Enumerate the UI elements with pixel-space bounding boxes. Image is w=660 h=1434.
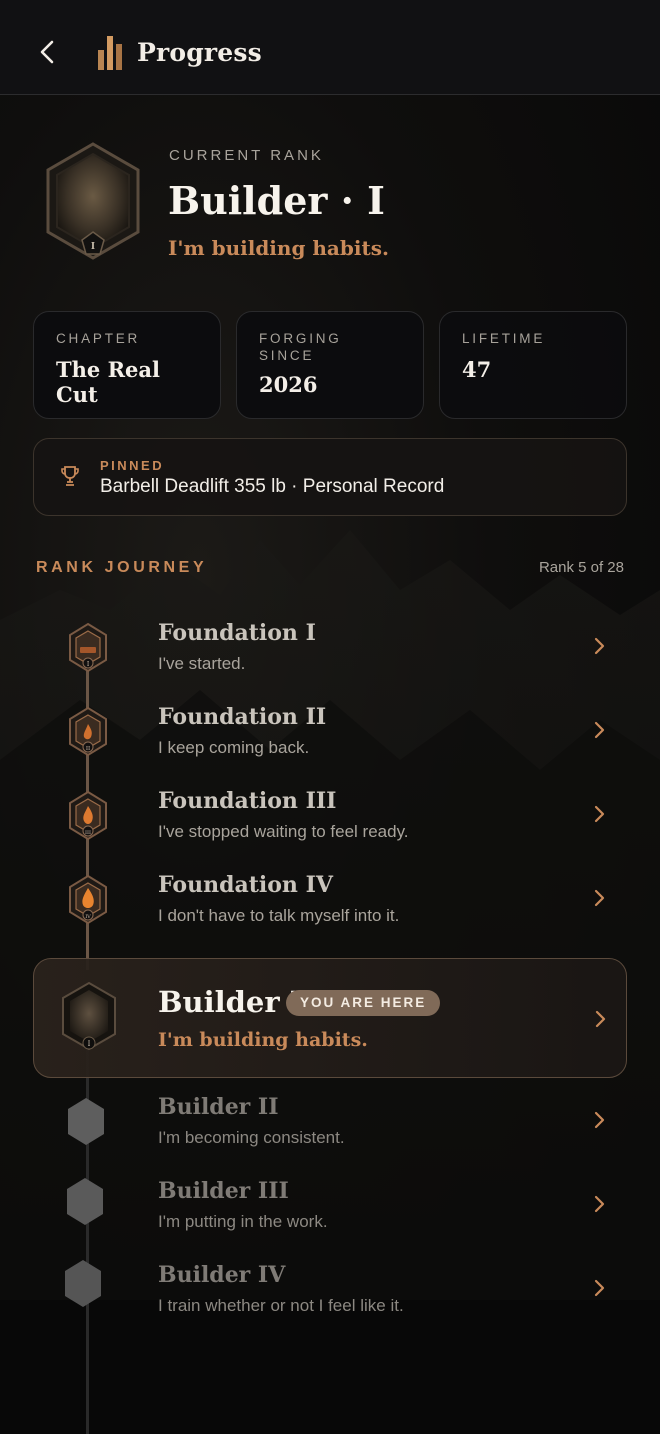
current-rank-badge: I xyxy=(42,140,144,264)
chevron-right-icon xyxy=(594,889,605,907)
lifetime-label: LIFETIME xyxy=(462,331,546,346)
chevron-right-icon xyxy=(594,637,605,655)
rank-description: I don't have to talk myself into it. xyxy=(158,906,400,925)
chevron-left-icon xyxy=(40,40,54,64)
rank-description: I'm becoming consistent. xyxy=(158,1128,345,1147)
trophy-icon xyxy=(61,466,79,486)
rank-row-builder-2[interactable]: Builder II I'm becoming consistent. xyxy=(0,1082,660,1162)
svg-text:IV: IV xyxy=(85,914,91,920)
chevron-right-icon xyxy=(595,1010,606,1028)
chevron-right-icon xyxy=(594,1279,605,1297)
locked-badge-icon xyxy=(65,1260,101,1307)
rank-description: I've stopped waiting to feel ready. xyxy=(158,822,409,841)
rank-title: Foundation II xyxy=(158,704,327,730)
rank-badge-icon: I xyxy=(69,622,107,673)
rank-description: I keep coming back. xyxy=(158,738,310,757)
rank-title: Builder II xyxy=(158,1094,279,1120)
chevron-right-icon xyxy=(594,1111,605,1129)
forging-since-card: FORGING SINCE 2026 xyxy=(236,311,424,419)
rank-badge-icon: I xyxy=(62,981,116,1051)
rank-title: Builder I xyxy=(158,985,304,1019)
rank-row-builder-1-current[interactable]: I Builder I YOU ARE HERE I'm building ha… xyxy=(33,958,627,1078)
rank-description: I've started. xyxy=(158,654,246,673)
forging-since-value: 2026 xyxy=(259,372,318,397)
rank-row-builder-4[interactable]: Builder IV I train whether or not I feel… xyxy=(0,1250,660,1330)
pillars-logo-icon xyxy=(96,34,124,70)
rank-row-foundation-2[interactable]: II Foundation II I keep coming back. xyxy=(0,692,660,772)
svg-text:III: III xyxy=(85,830,91,836)
rank-row-foundation-1[interactable]: I Foundation I I've started. xyxy=(0,608,660,688)
current-rank-title: Builder · I xyxy=(168,178,385,223)
locked-badge-icon xyxy=(67,1178,103,1225)
chapter-card: CHAPTER The Real Cut xyxy=(33,311,221,419)
lifetime-value: 47 xyxy=(462,357,492,382)
chapter-value: The Real Cut xyxy=(56,357,160,407)
rank-badge-icon: IV xyxy=(69,874,107,925)
current-rank-subtitle: I'm building habits. xyxy=(168,236,389,260)
pinned-label: PINNED xyxy=(100,458,165,473)
back-button[interactable] xyxy=(28,30,68,74)
chapter-label: CHAPTER xyxy=(56,331,141,346)
you-are-here-badge: YOU ARE HERE xyxy=(286,990,441,1016)
current-rank-label: CURRENT RANK xyxy=(169,147,324,164)
rank-row-foundation-4[interactable]: IV Foundation IV I don't have to talk my… xyxy=(0,860,660,940)
rank-title: Foundation III xyxy=(158,788,337,814)
chevron-right-icon xyxy=(594,805,605,823)
svg-text:I: I xyxy=(91,242,95,252)
rank-row-builder-3[interactable]: Builder III I'm putting in the work. xyxy=(0,1166,660,1246)
rank-count: Rank 5 of 28 xyxy=(538,559,624,576)
rank-journey-heading: RANK JOURNEY xyxy=(36,559,208,576)
chevron-right-icon xyxy=(594,721,605,739)
svg-text:II: II xyxy=(86,746,90,752)
chevron-right-icon xyxy=(594,1195,605,1213)
forging-since-label: FORGING SINCE xyxy=(259,331,342,363)
lifetime-card: LIFETIME 47 xyxy=(439,311,627,419)
rank-title: Foundation IV xyxy=(158,872,333,898)
rank-description: I'm putting in the work. xyxy=(158,1212,328,1231)
svg-text:I: I xyxy=(88,1040,91,1048)
rank-description: I'm building habits. xyxy=(158,1029,368,1051)
rank-title: Foundation I xyxy=(158,620,316,646)
rank-row-foundation-3[interactable]: III Foundation III I've stopped waiting … xyxy=(0,776,660,856)
rank-badge-icon: II xyxy=(69,706,107,757)
top-bar: Progress xyxy=(0,0,660,95)
rank-title: Builder III xyxy=(158,1178,289,1204)
rank-title: Builder IV xyxy=(158,1262,286,1288)
rank-badge-icon: III xyxy=(69,790,107,841)
pinned-record-text: Barbell Deadlift 355 lb · Personal Recor… xyxy=(100,476,445,497)
pinned-record-card[interactable]: PINNED Barbell Deadlift 355 lb · Persona… xyxy=(33,438,627,516)
locked-badge-icon xyxy=(68,1098,104,1145)
page-title: Progress xyxy=(137,38,262,67)
rank-description: I train whether or not I feel like it. xyxy=(158,1296,404,1315)
